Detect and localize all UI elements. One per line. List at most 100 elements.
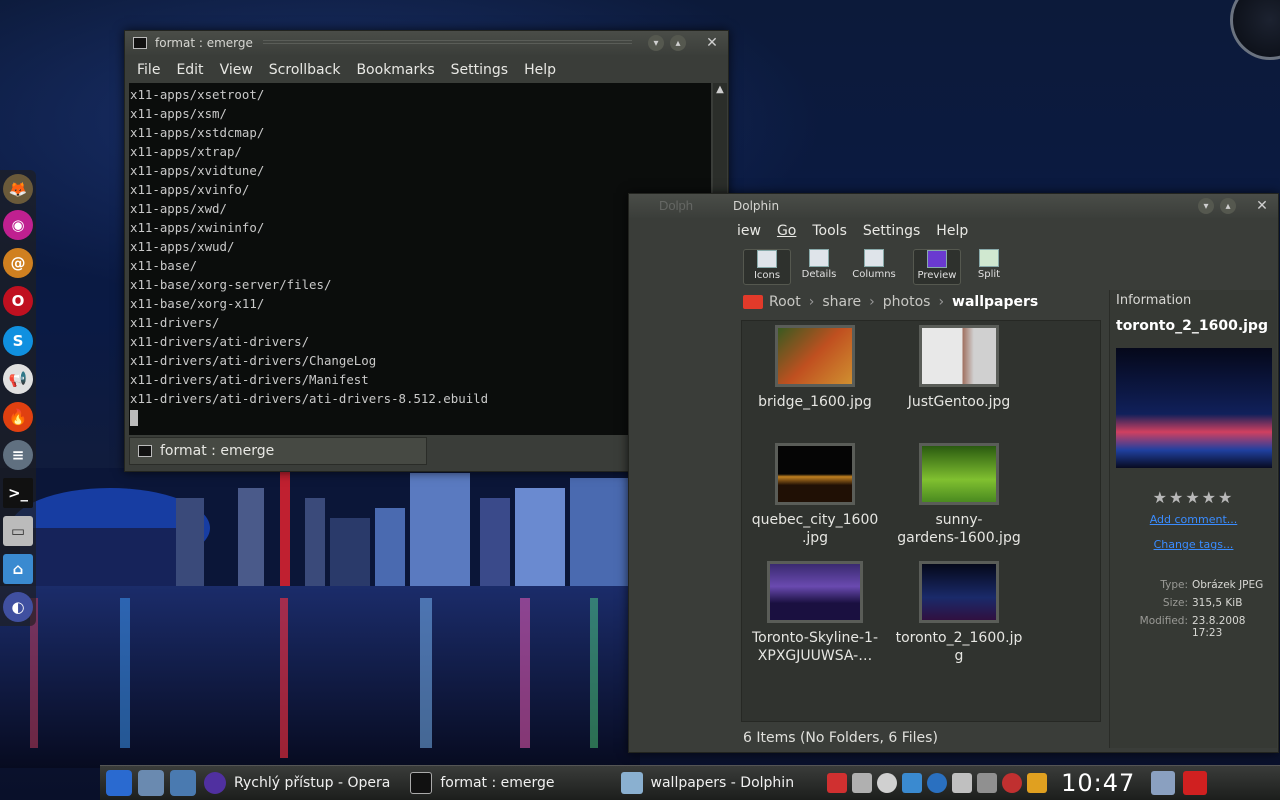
file-item[interactable]: sunny- gardens-1600.jpg (894, 443, 1024, 547)
terminal-output[interactable]: x11-apps/xsetroot/ x11-apps/xsm/ x11-app… (129, 83, 711, 435)
split-button[interactable]: Split (965, 249, 1013, 285)
menu-help[interactable]: Help (928, 223, 976, 239)
menu-scrollback[interactable]: Scrollback (261, 62, 349, 78)
breadcrumb-root[interactable]: Root (769, 294, 801, 310)
columns-view-button[interactable]: Columns (847, 249, 901, 285)
menu-view[interactable]: View (212, 62, 261, 78)
logout-icon[interactable] (1183, 771, 1208, 795)
columns-view-icon (864, 249, 884, 267)
notes-icon[interactable] (952, 773, 973, 793)
eye-app-icon[interactable]: ◉ (3, 210, 33, 240)
rating-stars[interactable]: ★★★★★ (1110, 488, 1277, 507)
computer-icon[interactable] (138, 770, 164, 796)
menu-bookmarks[interactable]: Bookmarks (348, 62, 442, 78)
terminal-line: x11-apps/xwud/ (130, 239, 235, 254)
terminal-line: x11-apps/xwininfo/ (130, 220, 265, 235)
icons-view-button[interactable]: Icons (743, 249, 791, 285)
minimize-icon[interactable]: ▾ (648, 35, 664, 51)
file-item[interactable]: JustGentoo.jpg (894, 325, 1024, 411)
keyboard-layout-icon[interactable] (827, 773, 848, 793)
menu-tools[interactable]: Tools (804, 223, 855, 239)
konsole-titlebar[interactable]: format : emerge ▾ ▴ ✕ (125, 31, 728, 55)
terminal-line: x11-base/ (130, 258, 198, 273)
change-tags-link[interactable]: Change tags... (1110, 538, 1277, 551)
dolphin-icon (620, 772, 643, 794)
kde-menu-icon[interactable] (106, 770, 132, 796)
globe-icon[interactable]: ◐ (3, 592, 33, 622)
minimize-icon[interactable]: ▾ (1198, 198, 1214, 214)
session-tab[interactable]: format : emerge (129, 437, 427, 465)
terminal-line: x11-apps/xsetroot/ (130, 87, 265, 102)
status-bar: 6 Items (No Folders, 6 Files) (743, 730, 938, 746)
file-preview-image (1116, 348, 1272, 468)
megaphone-icon[interactable]: 📢 (3, 364, 33, 394)
firewall-icon[interactable]: 🔥 (3, 402, 33, 432)
dolphin-menubar: iew Go Tools Settings Help (725, 218, 1278, 244)
breadcrumb-photos[interactable]: photos (883, 294, 931, 310)
terminal-line: x11-apps/xstdcmap/ (130, 125, 265, 140)
power-icon[interactable] (1027, 773, 1048, 793)
breadcrumb-share[interactable]: share (822, 294, 861, 310)
file-item[interactable]: quebec_city_1600 .jpg (750, 443, 880, 547)
chevron-right-icon: › (808, 294, 815, 310)
clock[interactable]: 10:47 (1061, 769, 1135, 797)
menu-file[interactable]: File (129, 62, 168, 78)
file-item[interactable]: bridge_1600.jpg (750, 325, 880, 411)
menu-settings[interactable]: Settings (443, 62, 516, 78)
volume-icon[interactable] (852, 773, 873, 793)
title-grip (262, 40, 632, 46)
preview-button[interactable]: Preview (913, 249, 961, 285)
task-label: format : emerge (440, 775, 555, 791)
file-name-line-1: sunny- (935, 512, 983, 528)
dolphin-titlebar[interactable]: Dolphin ▾ ▴ ✕ (629, 194, 1278, 218)
menu-view[interactable]: iew (729, 223, 769, 239)
meta-key: Modified: (1139, 615, 1188, 627)
terminal-line: x11-drivers/ati-drivers/Manifest (130, 372, 369, 387)
maximize-icon[interactable]: ▴ (670, 35, 686, 51)
signal-strength-icon[interactable] (977, 773, 998, 793)
terminal-line: x11-drivers/ati-drivers/ati-drivers-8.51… (130, 391, 489, 406)
clipboard-icon[interactable] (877, 773, 898, 793)
gentoo-icon[interactable] (1002, 773, 1023, 793)
meta-size-row: Size: 315,5 KiB (1110, 597, 1277, 609)
breadcrumb-wallpapers[interactable]: wallpapers (952, 294, 1038, 310)
task-konsole[interactable]: format : emerge (402, 768, 562, 798)
lock-screen-icon[interactable] (1151, 771, 1176, 795)
meta-type-row: Type: Obrázek JPEG (1110, 579, 1277, 591)
task-opera[interactable]: Rychlý přístup - Opera (196, 768, 398, 798)
network-icon[interactable] (927, 773, 948, 793)
maximize-icon[interactable]: ▴ (1220, 198, 1236, 214)
add-comment-link[interactable]: Add comment... (1110, 513, 1277, 526)
menu-help[interactable]: Help (516, 62, 564, 78)
file-item[interactable]: toronto_2_1600.jp g (894, 561, 1024, 665)
meta-modified-row: Modified: 23.8.2008 17:23 (1110, 615, 1277, 639)
disk-icon[interactable]: ▭ (3, 516, 33, 546)
terminal-line: x11-apps/xwd/ (130, 201, 227, 216)
gimp-icon[interactable]: 🦊 (3, 174, 33, 204)
menu-settings[interactable]: Settings (855, 223, 928, 239)
terminal-line: x11-apps/xvidtune/ (130, 163, 265, 178)
close-icon[interactable]: ✕ (1254, 198, 1270, 214)
download-icon[interactable] (902, 773, 923, 793)
skype-icon[interactable]: S (3, 326, 33, 356)
menu-go[interactable]: Go (769, 223, 804, 239)
email-client-icon[interactable]: @ (3, 248, 33, 278)
task-dolphin[interactable]: wallpapers - Dolphin (613, 768, 803, 798)
close-icon[interactable]: ✕ (704, 35, 720, 51)
file-item[interactable]: Toronto-Skyline-1- XPXGJUUWSA-… (750, 561, 880, 665)
file-name-line-2: XPXGJUUWSA-… (757, 648, 873, 664)
scroll-up-icon[interactable]: ▲ (713, 83, 727, 97)
details-view-button[interactable]: Details (795, 249, 843, 285)
opera-icon[interactable]: O (3, 286, 33, 316)
file-icon-view[interactable]: bridge_1600.jpg JustGentoo.jpg quebec_ci… (741, 320, 1101, 722)
svg-text:Dolph: Dolph (659, 198, 693, 213)
document-icon[interactable]: ≡ (3, 440, 33, 470)
menu-edit[interactable]: Edit (168, 62, 211, 78)
terminal-icon[interactable]: >_ (3, 478, 33, 508)
terminal-icon (133, 37, 147, 49)
image-thumbnail (919, 325, 999, 387)
file-name: JustGentoo.jpg (907, 394, 1011, 410)
desktop-icon[interactable] (170, 770, 196, 796)
home-folder-icon[interactable]: ⌂ (3, 554, 33, 584)
konsole-menubar: File Edit View Scrollback Bookmarks Sett… (125, 55, 728, 85)
